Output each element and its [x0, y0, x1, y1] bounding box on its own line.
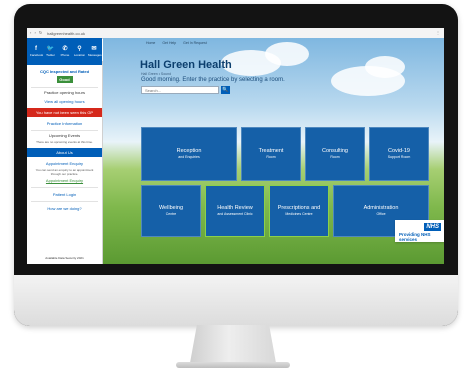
main-content: Home Get Help Get In Request Hall Green … — [103, 38, 444, 264]
monitor-base — [176, 362, 290, 368]
upcoming-events-text: There are no upcoming events at this tim… — [36, 140, 93, 144]
sidebar-header: f Facebook 🐦 Twitter ✆ Phone ⚲ Location ✉ Mes… — [27, 38, 102, 65]
breadcrumb-item[interactable]: Home — [146, 41, 155, 45]
opening-hours-label: Practice opening hours — [44, 90, 85, 95]
background-cloud — [265, 42, 309, 66]
appointment-enquiry-link[interactable]: Appointment Enquiry — [27, 178, 102, 183]
upcoming-events-title: Upcoming Events — [48, 133, 81, 138]
address-bar[interactable]: hallgreenhealth.co.uk — [47, 31, 85, 36]
about-us-button[interactable]: About Us — [27, 148, 102, 157]
tile-health-review[interactable]: Health Review and Assessment Clinic — [205, 185, 265, 237]
opening-hours-link[interactable]: View all opening hours — [27, 99, 102, 104]
page-subtitle: Hall Green • Sound — [141, 72, 172, 76]
sidebar-footer-text: Available Data Security 2021 — [45, 256, 84, 260]
location-icon[interactable]: ⚲ Location — [74, 46, 86, 57]
cqc-rating-badge: Good — [56, 76, 73, 83]
cqc-label: CQC Inspected and Rated — [39, 69, 90, 74]
tile-consulting[interactable]: Consulting Room — [305, 127, 365, 181]
search-input[interactable] — [141, 86, 219, 94]
screen: ‹ › ↻ hallgreenhealth.co.uk ⋮ f Facebook … — [27, 28, 444, 264]
tile-wellbeing[interactable]: Wellbeing Centre — [141, 185, 201, 237]
search-button[interactable]: 🔍 — [221, 86, 230, 94]
monitor-stand — [190, 325, 276, 363]
tile-reception[interactable]: Reception and Enquiries — [141, 127, 237, 181]
divider — [31, 130, 98, 131]
breadcrumb-item[interactable]: Get In Request — [183, 41, 207, 45]
patient-login-link[interactable]: Patient Login — [27, 192, 102, 197]
nhs-text: Providing NHS services — [399, 232, 431, 242]
phone-icon[interactable]: ✆ Phone — [59, 46, 71, 57]
divider — [31, 87, 98, 88]
divider — [31, 187, 98, 188]
tile-treatment[interactable]: Treatment Room — [241, 127, 301, 181]
nhs-badge: NHS Providing NHS services — [395, 220, 444, 242]
feedback-link[interactable]: How are we doing? — [27, 206, 102, 211]
nhs-logo: NHS — [424, 223, 441, 231]
monitor-chin — [14, 275, 458, 326]
appointment-enquiry-text: You can send an enquiry to an appointmen… — [35, 168, 94, 176]
page-title: Hall Green Health — [140, 59, 232, 71]
browser-menu-icon[interactable]: ⋮ — [436, 30, 440, 35]
twitter-icon[interactable]: 🐦 Twitter — [45, 46, 57, 57]
tile-prescriptions[interactable]: Prescriptions and Medicines Centre — [269, 185, 329, 237]
practice-information-link[interactable]: Practice Information — [27, 121, 102, 126]
divider — [31, 201, 98, 202]
tile-covid19[interactable]: Covid-19 Support Room — [369, 127, 429, 181]
background-cloud — [365, 56, 405, 78]
search-icon: 🔍 — [222, 87, 229, 93]
greeting-text: Good morning. Enter the practice by sele… — [141, 77, 285, 83]
gp-alert-banner[interactable]: You have not been seen this GP — [27, 108, 102, 117]
browser-nav-buttons[interactable]: ‹ › ↻ — [30, 30, 43, 35]
email-icon[interactable]: ✉ Messages — [88, 46, 102, 57]
facebook-icon[interactable]: f Facebook — [30, 46, 43, 57]
appointment-enquiry-title: Appointment Enquiry — [45, 161, 84, 166]
breadcrumb: Home Get Help Get In Request — [146, 41, 213, 45]
breadcrumb-item[interactable]: Get Help — [162, 41, 176, 45]
sidebar: f Facebook 🐦 Twitter ✆ Phone ⚲ Location ✉ Mes… — [27, 38, 103, 264]
